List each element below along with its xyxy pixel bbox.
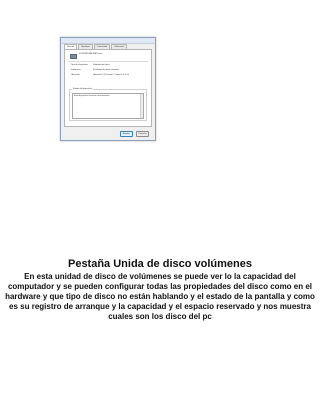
property-label: Fabricante: [71, 69, 82, 71]
property-row-type: Tipo de dispositivo: Unidades de disco [71, 64, 149, 67]
status-title: Estado del dispositivo [72, 88, 94, 90]
status-scrollbar[interactable] [140, 94, 143, 118]
general-panel: ST3320813AS ATA Device Tipo de dispositi… [64, 49, 152, 127]
ok-button[interactable]: Aceptar [120, 131, 133, 137]
device-status-group: Estado del dispositivo Este dispositivo … [69, 88, 147, 121]
property-value: Ubicación 0 (Channel 0, Target 0, Lun 0) [93, 74, 129, 76]
device-properties-dialog: General Hardware Controlador Volúmenes S… [60, 37, 156, 141]
disk-drive-icon [70, 54, 77, 59]
status-textbox[interactable]: Este dispositivo funciona correctamente. [72, 93, 144, 119]
page-description: En esta unidad de disco de volúmenes se … [5, 272, 315, 321]
divider [68, 61, 148, 62]
status-text: Este dispositivo funciona correctamente. [74, 95, 110, 97]
property-label: Ubicación: [71, 74, 81, 76]
property-label: Tipo de dispositivo: [71, 64, 89, 66]
property-value: Unidades de disco [93, 64, 110, 66]
drive-name: ST3320813AS ATA Device [79, 53, 103, 55]
page-title: Pestaña Unida de disco volúmenes [67, 258, 252, 270]
property-row-location: Ubicación: Ubicación 0 (Channel 0, Targe… [71, 74, 149, 77]
cancel-button[interactable]: Cancelar [136, 131, 149, 137]
property-row-manufacturer: Fabricante: (Unidades de disco estándar) [71, 69, 149, 72]
property-value: (Unidades de disco estándar) [93, 69, 120, 71]
